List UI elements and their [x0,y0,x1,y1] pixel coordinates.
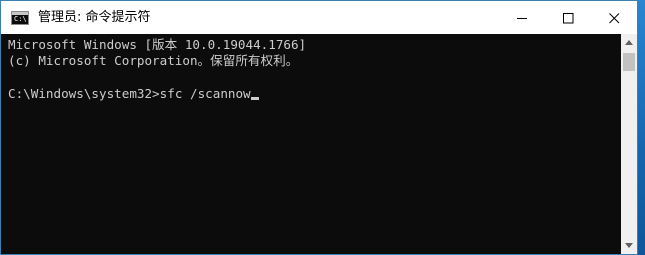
cmd-icon[interactable]: C:\ [11,11,29,25]
maximize-icon [563,13,574,24]
console-copyright-line: (c) Microsoft Corporation。保留所有权利。 [8,53,299,68]
close-button[interactable] [591,1,637,34]
command-prompt-window[interactable]: C:\ 管理员: 命令提示符 Microsoft Windows [版本 10.… [0,0,638,255]
scroll-up-arrow-icon [625,40,633,45]
console-command-input[interactable]: sfc /scannow [160,86,251,101]
minimize-button[interactable] [499,1,545,34]
text-cursor [250,97,259,100]
console-output-area[interactable]: Microsoft Windows [版本 10.0.19044.1766] (… [1,34,621,254]
scroll-down-arrow-icon [625,243,633,248]
title-bar[interactable]: C:\ 管理员: 命令提示符 [1,1,637,34]
window-title: 管理员: 命令提示符 [38,10,151,25]
console-command-line[interactable]: C:\Windows\system32>sfc /scannow [8,86,259,102]
close-icon [609,13,620,24]
scroll-thumb[interactable] [623,53,635,71]
minimize-icon [517,18,527,19]
vertical-scrollbar[interactable] [621,34,637,254]
console-prompt: C:\Windows\system32> [8,86,160,101]
scroll-up-button[interactable] [621,34,637,51]
maximize-button[interactable] [545,1,591,34]
console-version-line: Microsoft Windows [版本 10.0.19044.1766] [8,37,307,52]
cmd-icon-glyph: C:\ [14,15,27,23]
scroll-down-button[interactable] [621,237,637,254]
